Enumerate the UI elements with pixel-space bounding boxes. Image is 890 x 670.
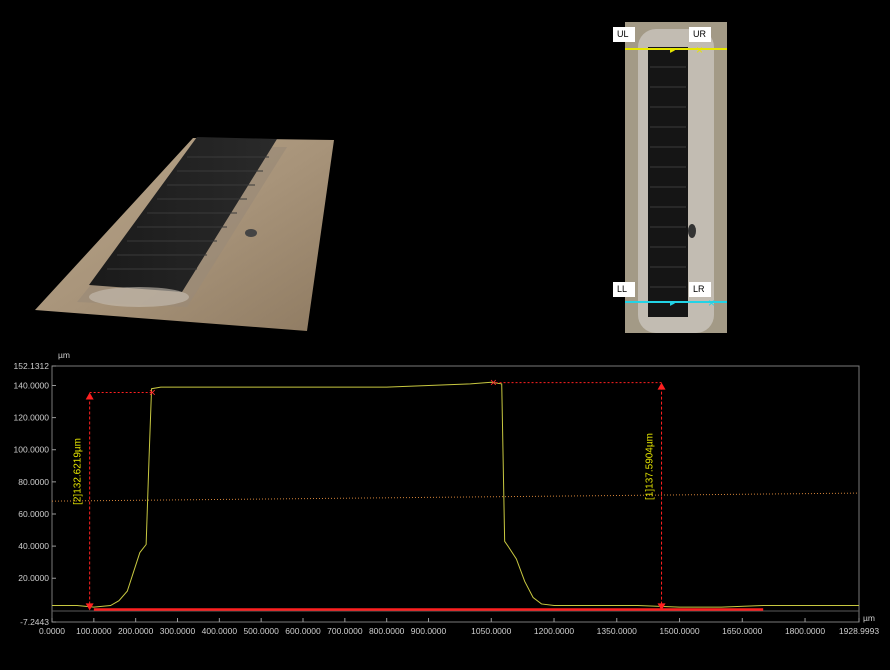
y-axis-unit: µm bbox=[58, 350, 70, 360]
marker-lr[interactable]: LR bbox=[689, 282, 711, 297]
x-tick-label: 0.0000 bbox=[39, 626, 65, 636]
x-tick-label: 1650.0000 bbox=[722, 626, 762, 636]
x-tick-label: 1928.9993 bbox=[839, 626, 879, 636]
x-tick-label: 200.0000 bbox=[118, 626, 154, 636]
x-tick-label: 1200.0000 bbox=[534, 626, 574, 636]
y-tick-label: 100.0000 bbox=[14, 445, 50, 455]
y-tick-label: 40.0000 bbox=[18, 541, 49, 551]
view-top-panel[interactable]: ▸ × ▸ × UL UR LL LR bbox=[470, 7, 883, 333]
y-tick-label: 152.1312 bbox=[14, 361, 50, 371]
plot-frame bbox=[51, 365, 860, 623]
measure-marker[interactable]: × bbox=[149, 386, 156, 400]
profile-chart: µm µm 152.1312 140.0000 120.0000 100.0000 80.… bbox=[14, 350, 880, 636]
y-tick-label: 140.0000 bbox=[14, 380, 50, 390]
measure-marker[interactable]: × bbox=[490, 376, 497, 390]
x-tick-label: 900.0000 bbox=[411, 626, 447, 636]
x-tick-label: 1050.0000 bbox=[471, 626, 511, 636]
view-3d-panel[interactable] bbox=[7, 7, 465, 333]
y-tick-label: 80.0000 bbox=[18, 477, 49, 487]
dimension-label: [1]137.5904µm bbox=[645, 433, 656, 500]
ll-arrow: ▸ bbox=[670, 298, 675, 309]
x-tick-label: 400.0000 bbox=[202, 626, 238, 636]
x-tick-label: 1500.0000 bbox=[659, 626, 699, 636]
surface-3d-render bbox=[35, 137, 334, 331]
profile-series-line bbox=[52, 381, 859, 608]
marker-ur[interactable]: UR bbox=[689, 27, 711, 42]
profile-chart-panel[interactable]: µm µm 152.1312 140.0000 120.0000 100.0000 80.… bbox=[7, 338, 883, 665]
y-tick-label: 120.0000 bbox=[14, 413, 50, 423]
surface-top-render: ▸ × ▸ × bbox=[625, 22, 727, 333]
ur-cross[interactable]: × bbox=[696, 43, 703, 57]
x-tick-label: 800.0000 bbox=[369, 626, 405, 636]
x-tick-label: 100.0000 bbox=[76, 626, 112, 636]
marker-ul[interactable]: UL bbox=[613, 27, 635, 42]
lr-cross[interactable]: × bbox=[708, 296, 715, 310]
marker-ll[interactable]: LL bbox=[613, 282, 635, 297]
x-tick-label: 700.0000 bbox=[327, 626, 363, 636]
dimension-arrow-up bbox=[657, 382, 666, 390]
ul-arrow: ▸ bbox=[670, 45, 675, 56]
x-tick-label: 1800.0000 bbox=[785, 626, 825, 636]
y-tick-label: 60.0000 bbox=[18, 509, 49, 519]
x-axis-unit: µm bbox=[863, 613, 875, 623]
dimension-label: [2]132.6219µm bbox=[73, 438, 84, 505]
reference-line bbox=[51, 492, 860, 502]
x-tick-label: 600.0000 bbox=[285, 626, 321, 636]
dimension-arrow-up bbox=[85, 392, 94, 400]
x-tick-label: 500.0000 bbox=[243, 626, 279, 636]
x-tick-label: 300.0000 bbox=[160, 626, 196, 636]
x-tick-label: 1350.0000 bbox=[597, 626, 637, 636]
y-tick-label: 20.0000 bbox=[18, 573, 49, 583]
